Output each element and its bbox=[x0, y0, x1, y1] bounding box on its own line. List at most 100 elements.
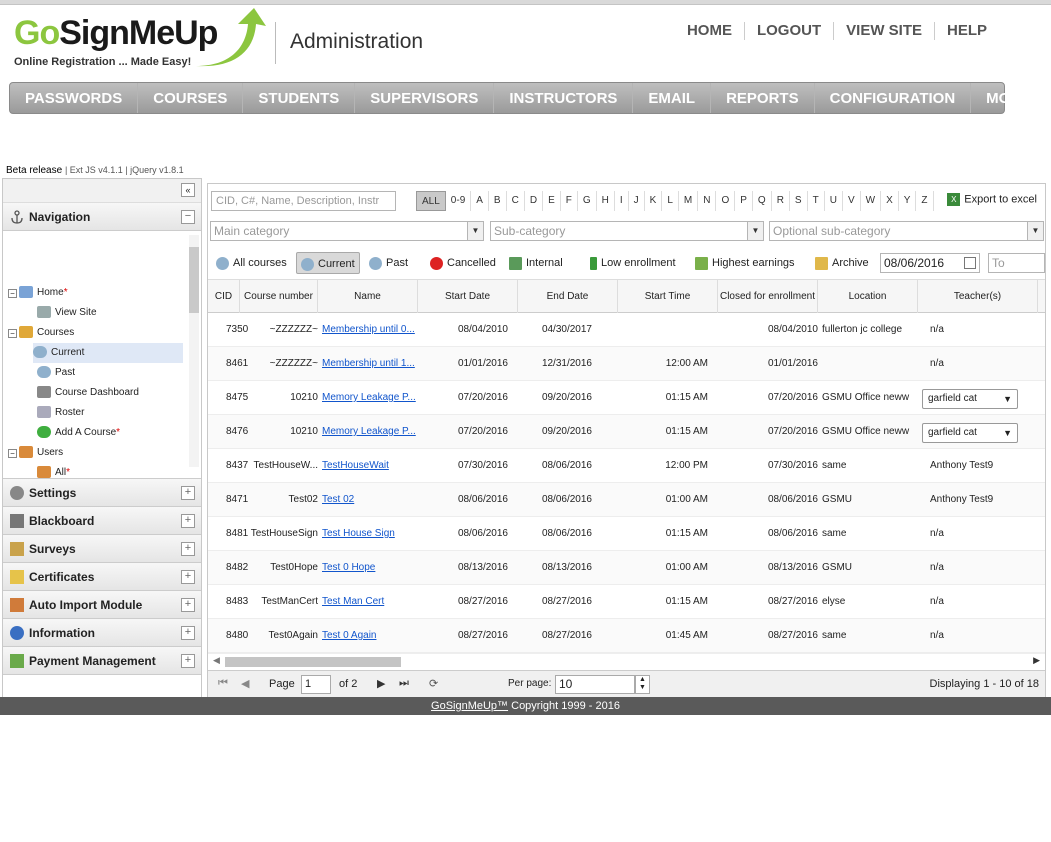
letter-filter-h[interactable]: H bbox=[597, 191, 615, 211]
course-name-link[interactable]: Membership until 0... bbox=[322, 324, 415, 335]
column-header-course-number[interactable]: Course number bbox=[240, 280, 318, 313]
filter-cancelled[interactable]: Cancelled bbox=[426, 252, 500, 274]
tree-item-add-course[interactable]: Add A Course* bbox=[37, 423, 120, 443]
tree-item-past[interactable]: Past bbox=[37, 363, 75, 383]
course-name-link[interactable]: Membership until 1... bbox=[322, 358, 415, 369]
letter-filter-j[interactable]: J bbox=[629, 191, 645, 211]
table-row[interactable]: 8437 TestHouseW... TestHouseWait 07/30/2016… bbox=[208, 449, 1045, 483]
teacher-select[interactable]: garfield cat ▼ bbox=[922, 389, 1018, 409]
column-header-name[interactable]: Name bbox=[318, 280, 418, 313]
course-name-link[interactable]: Test 0 Again bbox=[322, 630, 376, 641]
main-nav-reports[interactable]: REPORTS bbox=[711, 83, 815, 113]
expand-toggle[interactable]: + bbox=[181, 486, 195, 500]
teacher-select[interactable]: garfield cat ▼ bbox=[922, 423, 1018, 443]
letter-filter-f[interactable]: F bbox=[561, 191, 578, 211]
main-nav-passwords[interactable]: PASSWORDS bbox=[10, 83, 139, 113]
main-nav-email[interactable]: EMAIL bbox=[633, 83, 712, 113]
payment-management-header[interactable]: Payment Management + bbox=[3, 647, 201, 675]
collapse-panel-button[interactable]: « bbox=[181, 183, 195, 197]
letter-filter-o[interactable]: O bbox=[716, 191, 736, 211]
column-header-cid[interactable]: CID bbox=[208, 280, 240, 313]
optional-sub-category-select[interactable]: Optional sub-category ▼ bbox=[769, 221, 1044, 241]
courses-expander[interactable]: − bbox=[8, 329, 17, 338]
tree-item-current[interactable]: Current bbox=[33, 343, 183, 363]
letter-filter-r[interactable]: R bbox=[772, 191, 790, 211]
letter-filter-a[interactable]: A bbox=[471, 191, 489, 211]
course-name-link[interactable]: TestHouseWait bbox=[322, 460, 389, 471]
expand-toggle[interactable]: + bbox=[181, 570, 195, 584]
from-date-field[interactable]: 08/06/2016 bbox=[880, 253, 980, 273]
letter-filter-u[interactable]: U bbox=[825, 191, 843, 211]
main-nav-instructors[interactable]: INSTRUCTORS bbox=[494, 83, 634, 113]
search-input[interactable]: CID, C#, Name, Description, Instr bbox=[211, 191, 396, 211]
letter-filter-0-9[interactable]: 0-9 bbox=[446, 191, 472, 211]
filter-highest-earnings[interactable]: Highest earnings bbox=[691, 252, 799, 274]
scroll-right-icon[interactable]: ▶ bbox=[1033, 655, 1040, 666]
filter-past[interactable]: Past bbox=[365, 252, 412, 274]
filter-low-enrollment[interactable]: Low enrollment bbox=[586, 252, 680, 274]
navigation-header[interactable]: Navigation − bbox=[3, 203, 201, 231]
course-name-link[interactable]: Test 02 bbox=[322, 494, 354, 505]
table-row[interactable]: 8461 ~ZZZZZZ~ Membership until 1... 01/01/2… bbox=[208, 347, 1045, 381]
top-nav-view-site[interactable]: VIEW SITE bbox=[833, 22, 934, 40]
gosignmeup-logo[interactable]: GoSignMeUp Online Registration ... Made … bbox=[14, 8, 266, 68]
letter-filter-p[interactable]: P bbox=[735, 191, 753, 211]
letter-filter-g[interactable]: G bbox=[578, 191, 597, 211]
letter-filter-x[interactable]: X bbox=[881, 191, 899, 211]
first-page-icon[interactable]: ⏮ bbox=[218, 677, 228, 690]
letter-filter-y[interactable]: Y bbox=[899, 191, 917, 211]
expand-toggle[interactable]: + bbox=[181, 514, 195, 528]
expand-toggle[interactable]: + bbox=[181, 626, 195, 640]
course-name-link[interactable]: Test House Sign bbox=[322, 528, 395, 539]
per-page-input[interactable]: 10 bbox=[555, 675, 635, 694]
export-excel-button[interactable]: X Export to excel bbox=[947, 193, 1037, 206]
main-nav-supervisors[interactable]: SUPERVISORS bbox=[355, 83, 495, 113]
filter-archive[interactable]: Archive bbox=[811, 252, 873, 274]
table-row[interactable]: 8482 Test0Hope Test 0 Hope 08/13/2016 08/13/… bbox=[208, 551, 1045, 585]
letter-filter-b[interactable]: B bbox=[489, 191, 507, 211]
table-row[interactable]: 8476 10210 Memory Leakage P... 07/20/2016 09… bbox=[208, 415, 1045, 449]
filter-internal[interactable]: Internal bbox=[505, 252, 567, 274]
column-header-start-time[interactable]: Start Time bbox=[618, 280, 718, 313]
letter-filter-m[interactable]: M bbox=[679, 191, 699, 211]
column-header-closed-for-enrollment[interactable]: Closed for enrollment bbox=[718, 280, 818, 313]
letter-filter-d[interactable]: D bbox=[525, 191, 544, 211]
page-number-input[interactable]: 1 bbox=[301, 675, 331, 694]
letter-filter-c[interactable]: C bbox=[507, 191, 525, 211]
course-name-link[interactable]: Memory Leakage P... bbox=[322, 426, 416, 437]
top-nav-home[interactable]: HOME bbox=[675, 22, 744, 40]
users-expander[interactable]: − bbox=[8, 449, 17, 458]
tree-item-view-site[interactable]: View Site bbox=[37, 303, 97, 323]
grid-horizontal-scrollbar[interactable]: ◀ ▶ bbox=[208, 653, 1045, 669]
certificates-header[interactable]: Certificates + bbox=[3, 563, 201, 591]
column-header-end-date[interactable]: End Date bbox=[518, 280, 618, 313]
letter-filter-all[interactable]: ALL bbox=[416, 191, 446, 211]
blackboard-header[interactable]: Blackboard + bbox=[3, 507, 201, 535]
letter-filter-i[interactable]: I bbox=[615, 191, 629, 211]
expand-toggle[interactable]: + bbox=[181, 598, 195, 612]
top-nav-help[interactable]: HELP bbox=[933, 22, 999, 40]
main-nav-modules[interactable]: MODULES bbox=[971, 83, 1051, 113]
letter-filter-v[interactable]: V bbox=[843, 191, 861, 211]
table-row[interactable]: 8483 TestManCert Test Man Cert 08/27/2016 08… bbox=[208, 585, 1045, 619]
home-expander[interactable]: − bbox=[8, 289, 17, 298]
column-header-start-date[interactable]: Start Date bbox=[418, 280, 518, 313]
course-name-link[interactable]: Test Man Cert bbox=[322, 596, 384, 607]
settings-header[interactable]: Settings + bbox=[3, 479, 201, 507]
main-nav-courses[interactable]: COURSES bbox=[138, 83, 244, 113]
letter-filter-z[interactable]: Z bbox=[916, 191, 934, 211]
to-date-field[interactable]: To bbox=[988, 253, 1045, 273]
previous-page-icon[interactable]: ◀ bbox=[241, 677, 249, 690]
tree-item-courses[interactable]: Courses bbox=[19, 323, 74, 343]
letter-filter-w[interactable]: W bbox=[861, 191, 882, 211]
tree-item-users[interactable]: Users bbox=[19, 443, 63, 463]
main-nav-students[interactable]: STUDENTS bbox=[243, 83, 356, 113]
tree-item-roster[interactable]: Roster bbox=[37, 403, 84, 423]
surveys-header[interactable]: Surveys + bbox=[3, 535, 201, 563]
tree-item-home[interactable]: Home* bbox=[19, 283, 68, 303]
auto-import-header[interactable]: Auto Import Module + bbox=[3, 591, 201, 619]
tree-scrollbar[interactable] bbox=[189, 235, 199, 467]
main-nav-configuration[interactable]: CONFIGURATION bbox=[815, 83, 972, 113]
expand-toggle[interactable]: + bbox=[181, 542, 195, 556]
letter-filter-t[interactable]: T bbox=[808, 191, 825, 211]
